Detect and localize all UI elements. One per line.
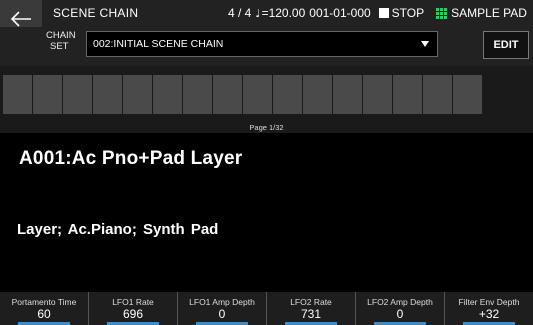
scene-info: A001:Ac Pno+Pad Layer Layer; Ac.Piano; S…	[0, 133, 533, 292]
scene-pad[interactable]	[243, 75, 272, 114]
scene-tags: Layer; Ac.Piano; Synth Pad	[17, 221, 219, 238]
chain-set-label-line1: CHAIN	[46, 30, 76, 41]
param-lfo2-amp-depth[interactable]: LFO2 Amp Depth 0	[356, 292, 445, 325]
param-label: Filter Env Depth	[458, 297, 520, 307]
edit-button[interactable]: EDIT	[483, 31, 529, 59]
scene-pad[interactable]	[333, 75, 362, 114]
param-lfo2-rate[interactable]: LFO2 Rate 731	[267, 292, 356, 325]
param-value: 731	[300, 307, 322, 321]
scene-pad[interactable]	[123, 75, 152, 114]
scene-pad[interactable]	[423, 75, 452, 114]
chain-set-row: CHAIN SET 002:INITIAL SCENE CHAIN EDIT	[0, 27, 533, 66]
sample-pad-icon	[436, 7, 448, 19]
scene-pad[interactable]	[363, 75, 392, 114]
scene-pads-area: Page 1/32	[0, 66, 533, 133]
param-value: 0	[218, 307, 226, 321]
dropdown-arrow-icon	[421, 41, 429, 47]
chain-set-value: 002:INITIAL SCENE CHAIN	[93, 38, 224, 50]
scene-pad[interactable]	[453, 75, 482, 114]
param-label: LFO1 Rate	[112, 297, 154, 307]
scene-pad[interactable]	[3, 75, 32, 114]
param-lfo1-amp-depth[interactable]: LFO1 Amp Depth 0	[178, 292, 267, 325]
scene-pad[interactable]	[273, 75, 302, 114]
time-signature: 4 / 4	[228, 6, 252, 20]
param-value: 696	[122, 307, 144, 321]
param-lfo1-rate[interactable]: LFO1 Rate 696	[89, 292, 178, 325]
back-arrow-icon	[10, 11, 31, 27]
transport-status: 4 / 4 ♩ =120.00 001-01-000 STOP SAMPLE P…	[228, 6, 531, 20]
transport-state: STOP	[391, 6, 425, 20]
chain-set-label-line2: SET	[50, 41, 69, 52]
parameter-bar: Portamento Time 60 LFO1 Rate 696 LFO1 Am…	[0, 292, 533, 325]
scene-pad[interactable]	[393, 75, 422, 114]
sample-pad-label[interactable]: SAMPLE PAD	[451, 6, 527, 20]
song-position: 001-01-000	[309, 6, 371, 20]
quarter-note-icon: ♩	[255, 6, 261, 20]
param-filter-env-depth[interactable]: Filter Env Depth +32	[445, 292, 533, 325]
chain-set-dropdown[interactable]: 002:INITIAL SCENE CHAIN	[86, 31, 438, 57]
tempo-value: =120.00	[261, 6, 306, 20]
stop-icon	[378, 8, 389, 18]
scene-pad[interactable]	[93, 75, 122, 114]
top-bar: SCENE CHAIN 4 / 4 ♩ =120.00 001-01-000 S…	[0, 0, 533, 38]
scene-pad[interactable]	[153, 75, 182, 114]
page-indicator: Page 1/32	[249, 123, 284, 132]
param-value: 60	[37, 307, 51, 321]
screen-title: SCENE CHAIN	[53, 6, 139, 20]
chain-set-label: CHAIN SET	[46, 30, 86, 52]
param-value: +32	[478, 307, 500, 321]
param-value: 0	[396, 307, 404, 321]
param-label: LFO2 Amp Depth	[367, 297, 433, 307]
scene-pad[interactable]	[63, 75, 92, 114]
scene-pads	[3, 75, 482, 114]
scene-pad[interactable]	[303, 75, 332, 114]
scene-pad[interactable]	[213, 75, 242, 114]
param-label: Portamento Time	[11, 297, 77, 307]
param-label: LFO1 Amp Depth	[189, 297, 255, 307]
scene-pad[interactable]	[183, 75, 212, 114]
scene-pad[interactable]	[33, 75, 62, 114]
param-portamento-time[interactable]: Portamento Time 60	[0, 292, 89, 325]
param-label: LFO2 Rate	[290, 297, 332, 307]
scene-name: A001:Ac Pno+Pad Layer	[19, 148, 243, 169]
